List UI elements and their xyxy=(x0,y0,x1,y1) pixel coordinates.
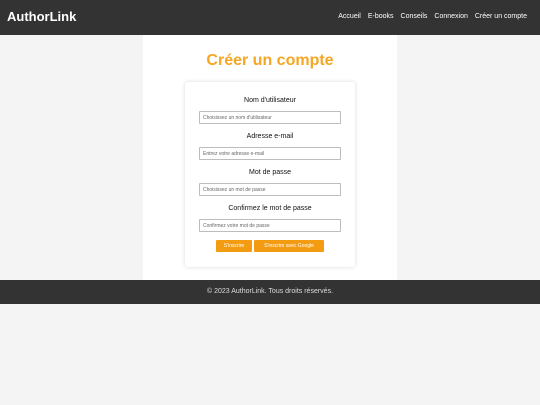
email-input[interactable] xyxy=(199,147,341,160)
username-label: Nom d'utilisateur xyxy=(244,97,296,104)
google-signup-button[interactable]: S'inscrire avec Google xyxy=(254,240,324,252)
password-label: Mot de passe xyxy=(248,169,292,176)
signup-button[interactable]: S'inscrire xyxy=(216,240,252,252)
password-input[interactable] xyxy=(199,183,341,196)
nav-link-connexion[interactable]: Connexion xyxy=(434,13,467,20)
email-label: Adresse e-mail xyxy=(246,133,294,140)
brand-logo[interactable]: AuthorLink xyxy=(7,9,76,24)
main-content: Créer un compte Nom d'utilisateur Adress… xyxy=(143,35,397,280)
page-title: Créer un compte xyxy=(206,52,334,69)
username-input[interactable] xyxy=(199,111,341,124)
copyright-text: © 2023 AuthorLink. Tous droits réservés. xyxy=(206,288,334,295)
footer: © 2023 AuthorLink. Tous droits réservés. xyxy=(0,280,540,304)
nav-link-accueil[interactable]: Accueil xyxy=(338,13,361,20)
nav-link-creer-compte[interactable]: Créer un compte xyxy=(475,13,527,20)
nav-link-ebooks[interactable]: E-books xyxy=(368,13,394,20)
confirm-password-input[interactable] xyxy=(199,219,341,232)
confirm-password-label: Confirmez le mot de passe xyxy=(228,205,312,212)
nav-link-conseils[interactable]: Conseils xyxy=(401,13,428,20)
main-nav: Accueil E-books Conseils Connexion Créer… xyxy=(338,13,527,20)
top-navbar: AuthorLink Accueil E-books Conseils Conn… xyxy=(0,0,540,35)
signup-form-card: Nom d'utilisateur Adresse e-mail Mot de … xyxy=(185,82,355,267)
